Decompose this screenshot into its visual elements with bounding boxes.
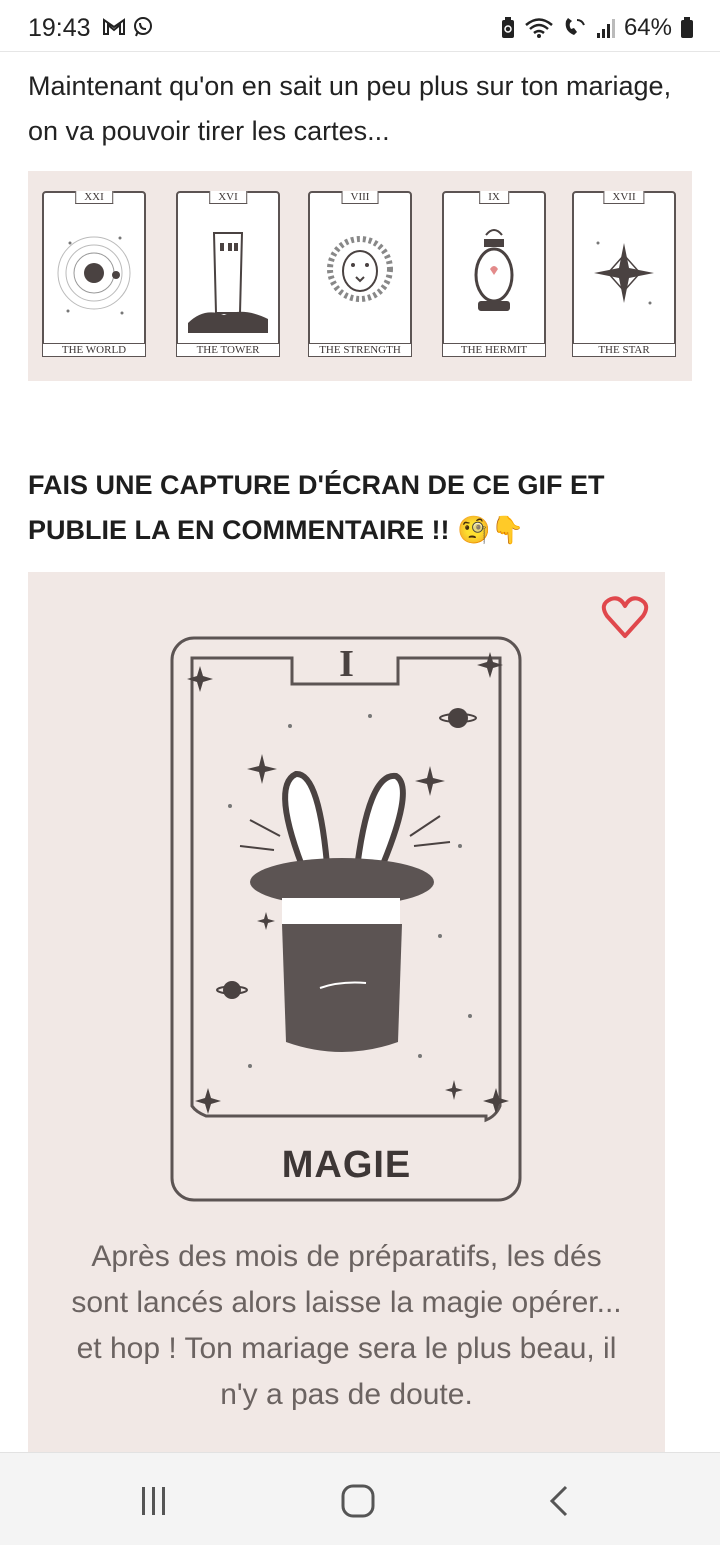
tarot-card: VIII THE STRENGTH bbox=[308, 191, 412, 357]
wifi-calling-icon bbox=[565, 18, 585, 35]
whatsapp-icon bbox=[134, 17, 152, 37]
card-numeral: XXI bbox=[75, 191, 113, 204]
tower-icon bbox=[188, 232, 268, 333]
tarot-card: XVII THE STAR bbox=[572, 191, 676, 357]
tarot-card: XVI THE TOWER bbox=[176, 191, 280, 357]
tarot-card: IX THE HERMIT bbox=[442, 191, 546, 357]
tarot-card: XXI THE WORLD bbox=[42, 191, 146, 357]
lion-icon bbox=[327, 236, 393, 302]
signal-icon bbox=[596, 19, 615, 38]
card-name: THE WORLD bbox=[42, 343, 146, 357]
card-numeral: IX bbox=[479, 191, 509, 204]
magic-card-gif[interactable]: I MAGIE Après des mois de préparatifs, l… bbox=[28, 572, 665, 1452]
card-description: Après des mois de préparatifs, les dés s… bbox=[71, 1240, 622, 1411]
card-numeral: XVI bbox=[209, 191, 247, 204]
card-name: THE STAR bbox=[572, 343, 676, 357]
battery-icon bbox=[681, 17, 693, 38]
back-icon[interactable] bbox=[540, 1481, 580, 1521]
card-name: THE STRENGTH bbox=[308, 343, 412, 357]
gmail-icon bbox=[103, 18, 125, 35]
wifi-icon bbox=[525, 18, 553, 38]
card-numeral: I bbox=[339, 643, 354, 685]
star-icon bbox=[594, 241, 654, 305]
battery-saver-icon bbox=[501, 17, 514, 38]
card-numeral: VIII bbox=[341, 191, 379, 204]
card-numeral: XVII bbox=[603, 191, 645, 204]
lantern-icon bbox=[474, 229, 514, 311]
recents-icon[interactable] bbox=[134, 1481, 174, 1521]
system-indicators: 64% bbox=[500, 14, 694, 42]
planet-orbit-icon bbox=[57, 236, 131, 315]
card-title: MAGIE bbox=[281, 1144, 412, 1186]
status-time: 19:43 bbox=[28, 14, 91, 42]
status-bar: 19:43 64% bbox=[0, 0, 720, 52]
intro-text: Maintenant qu'on en sait un peu plus sur… bbox=[28, 71, 672, 146]
tarot-cards-image: XXI THE WORLD XVI THE TOWER VIII THE STR… bbox=[28, 171, 692, 381]
home-icon[interactable] bbox=[338, 1481, 378, 1521]
notification-icons bbox=[102, 16, 154, 38]
instruction-heading: FAIS UNE CAPTURE D'ÉCRAN DE CE GIF ET PU… bbox=[28, 470, 605, 545]
navigation-bar bbox=[0, 1452, 720, 1545]
card-name: THE TOWER bbox=[176, 343, 280, 357]
heart-icon[interactable] bbox=[601, 594, 649, 640]
battery-percent: 64% bbox=[623, 14, 672, 41]
card-name: THE HERMIT bbox=[442, 343, 546, 357]
magic-hat-icon bbox=[170, 636, 522, 1202]
